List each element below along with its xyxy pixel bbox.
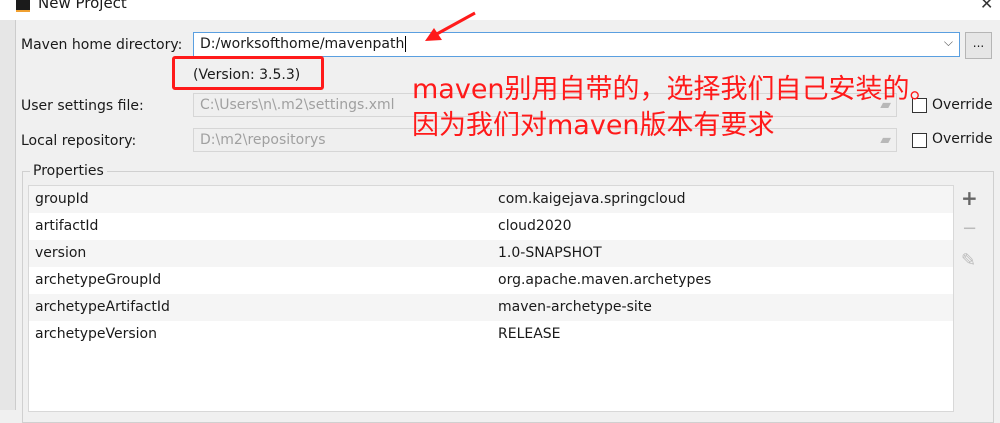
property-value[interactable]: cloud2020 xyxy=(498,213,572,240)
table-row[interactable]: archetypeGroupId org.apache.maven.archety… xyxy=(29,267,953,294)
version-highlight-box xyxy=(172,56,324,90)
local-repo-value: D:\m2\repositorys xyxy=(200,132,326,148)
table-row[interactable]: archetypeVersion RELEASE xyxy=(29,321,953,348)
property-value[interactable]: com.kaigejava.springcloud xyxy=(498,186,685,213)
property-value[interactable]: org.apache.maven.archetypes xyxy=(498,267,711,294)
property-key: artifactId xyxy=(35,218,99,234)
property-value[interactable]: maven-archetype-site xyxy=(498,294,652,321)
override-label: Override xyxy=(932,131,993,147)
window-title: New Project xyxy=(38,0,127,12)
property-value[interactable]: 1.0-SNAPSHOT xyxy=(498,240,602,267)
table-row[interactable]: version 1.0-SNAPSHOT xyxy=(29,240,953,267)
override-label: Override xyxy=(932,97,993,113)
table-row[interactable]: groupId com.kaigejava.springcloud xyxy=(29,186,953,213)
annotation-line-2: 因为我们对maven版本有要求 xyxy=(412,110,775,141)
property-key: version xyxy=(35,245,87,261)
annotation-text: maven别用自带的，选择我们自己安装的。 因为我们对maven版本有要求 xyxy=(412,72,937,144)
maven-home-value: D:/worksofthome/mavenpath xyxy=(200,36,405,52)
table-row[interactable]: archetypeArtifactId maven-archetype-site xyxy=(29,294,953,321)
user-settings-value: C:\Users\n\.m2\settings.xml xyxy=(200,97,395,113)
table-row[interactable]: artifactId cloud2020 xyxy=(29,213,953,240)
property-key: groupId xyxy=(35,191,89,207)
annotation-arrow xyxy=(425,11,476,41)
title-bar: New Project ✕ xyxy=(0,0,1000,20)
properties-title: Properties xyxy=(30,163,107,179)
remove-icon[interactable]: − xyxy=(962,218,977,239)
local-repo-label: Local repository: xyxy=(21,133,137,149)
user-settings-label: User settings file: xyxy=(21,98,144,114)
property-key: archetypeGroupId xyxy=(35,272,162,288)
browse-button[interactable]: ... xyxy=(965,32,992,59)
add-icon[interactable]: + xyxy=(961,186,978,210)
chevron-down-icon[interactable]: ⌵ xyxy=(944,35,953,50)
annotation-line-1: maven别用自带的，选择我们自己安装的。 xyxy=(412,74,937,105)
app-icon xyxy=(16,0,30,12)
properties-table: groupId com.kaigejava.springcloud artifac… xyxy=(28,185,954,412)
close-icon[interactable]: ✕ xyxy=(980,0,993,13)
maven-home-label: Maven home directory: xyxy=(21,37,183,53)
property-key: archetypeVersion xyxy=(35,326,157,342)
property-key: archetypeArtifactId xyxy=(35,299,170,315)
maven-home-input[interactable]: D:/worksofthome/mavenpath ⌵ xyxy=(193,32,960,57)
property-value[interactable]: RELEASE xyxy=(498,321,561,348)
background-window xyxy=(0,20,16,410)
edit-icon[interactable]: ✎ xyxy=(961,250,976,271)
